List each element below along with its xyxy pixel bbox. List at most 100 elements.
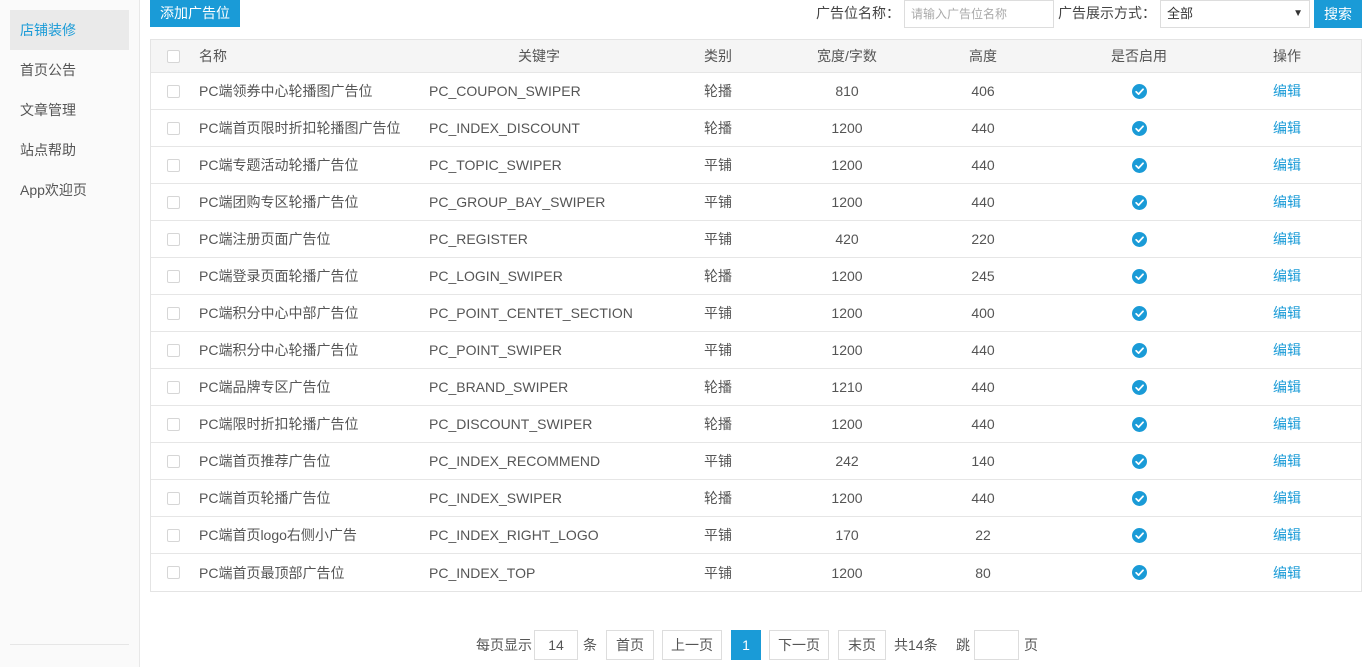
row-height: 140 [971,453,995,469]
row-checkbox[interactable] [166,417,180,431]
row-height: 440 [971,416,995,432]
last-page-button[interactable]: 末页 [838,630,886,660]
row-checkbox[interactable] [166,195,180,209]
row-checkbox[interactable] [166,528,180,542]
row-type: 平铺 [704,564,732,581]
next-page-button[interactable]: 下一页 [769,630,829,660]
select-all-checkbox[interactable] [166,49,180,63]
row-enabled [1089,258,1189,294]
select-all-cell [165,40,181,72]
row-checkbox[interactable] [166,269,180,283]
row-operation: 编辑 [1237,554,1337,591]
edit-link[interactable]: 编辑 [1273,155,1301,175]
edit-link[interactable]: 编辑 [1273,118,1301,138]
row-type: 平铺 [704,157,732,173]
edit-link[interactable]: 编辑 [1273,229,1301,249]
caret-down-icon: ▼ [1293,8,1303,19]
row-name: PC端积分中心轮播广告位 [199,342,359,358]
check-circle-icon [1131,490,1147,506]
check-circle-icon [1131,527,1147,543]
row-type: 轮播 [704,490,732,506]
edit-link[interactable]: 编辑 [1273,525,1301,545]
row-key: PC_INDEX_RECOMMEND [429,453,601,469]
row-width: 1200 [831,342,863,358]
row-name: PC端首页logo右侧小广告 [199,527,357,543]
check-circle-icon [1131,194,1147,210]
jump-unit: 页 [1024,637,1038,653]
current-page-button[interactable]: 1 [731,630,761,660]
row-operation: 编辑 [1237,406,1337,442]
row-operation: 编辑 [1237,184,1337,220]
check-circle-icon [1131,120,1147,136]
ad-name-input[interactable] [904,0,1054,28]
row-operation: 编辑 [1237,332,1337,368]
edit-link[interactable]: 编辑 [1273,266,1301,286]
row-select-cell [165,258,181,294]
row-key: PC_DISCOUNT_SWIPER [429,416,593,432]
row-operation: 编辑 [1237,480,1337,516]
row-type: 平铺 [704,453,732,469]
row-height: 440 [971,379,995,395]
edit-link[interactable]: 编辑 [1273,377,1301,397]
sidebar-item-store-decoration[interactable]: 店铺装修 [10,10,129,50]
row-checkbox[interactable] [166,158,180,172]
row-checkbox[interactable] [166,121,180,135]
table-row: PC端登录页面轮播广告位 PC_LOGIN_SWIPER 轮播 1200 245 编辑 [151,258,1361,295]
header-type: 类别 [704,48,732,64]
row-name: PC端首页限时折扣轮播图广告位 [199,120,401,136]
row-checkbox[interactable] [166,491,180,505]
edit-link[interactable]: 编辑 [1273,192,1301,212]
row-name: PC端品牌专区广告位 [199,379,331,395]
row-key: PC_REGISTER [429,231,528,247]
row-checkbox[interactable] [166,566,180,579]
search-button[interactable]: 搜索 [1314,0,1362,28]
row-enabled [1089,295,1189,331]
ad-name-label: 广告位名称： [816,5,900,21]
ad-slot-table: 名称 关键字 类别 宽度/字数 高度 是否启用 操作 PC端领券中心轮播图广告位… [150,39,1362,592]
row-height: 400 [971,305,995,321]
row-height: 220 [971,231,995,247]
row-width: 420 [835,231,859,247]
per-page-unit: 条 [583,637,597,653]
row-checkbox[interactable] [166,454,180,468]
edit-link[interactable]: 编辑 [1273,81,1301,101]
edit-link[interactable]: 编辑 [1273,488,1301,508]
per-page-input[interactable] [534,630,578,660]
display-mode-select[interactable]: 全部 ▼ [1160,0,1310,28]
row-checkbox[interactable] [166,232,180,246]
edit-link[interactable]: 编辑 [1273,563,1301,583]
row-type: 平铺 [704,305,732,321]
check-circle-icon [1131,342,1147,358]
sidebar-item-app-welcome[interactable]: App欢迎页 [10,170,129,210]
table-row: PC端积分中心中部广告位 PC_POINT_CENTET_SECTION 平铺 120… [151,295,1361,332]
edit-link[interactable]: 编辑 [1273,340,1301,360]
row-select-cell [165,147,181,183]
edit-link[interactable]: 编辑 [1273,451,1301,471]
header-key: 关键字 [518,48,560,64]
row-checkbox[interactable] [166,306,180,320]
row-operation: 编辑 [1237,221,1337,257]
first-page-button[interactable]: 首页 [606,630,654,660]
table-body: PC端领券中心轮播图广告位 PC_COUPON_SWIPER 轮播 810 406 编辑 P… [151,73,1361,591]
row-type: 轮播 [704,83,732,99]
row-type: 平铺 [704,527,732,543]
row-checkbox[interactable] [166,84,180,98]
row-operation: 编辑 [1237,258,1337,294]
edit-link[interactable]: 编辑 [1273,303,1301,323]
row-operation: 编辑 [1237,110,1337,146]
table-row: PC端首页限时折扣轮播图广告位 PC_INDEX_DISCOUNT 轮播 1200 44… [151,110,1361,147]
row-checkbox[interactable] [166,380,180,394]
jump-page-input[interactable] [974,630,1019,660]
row-key: PC_TOPIC_SWIPER [429,157,562,173]
sidebar-item-homepage-notice[interactable]: 首页公告 [10,50,129,90]
prev-page-button[interactable]: 上一页 [662,630,722,660]
table-row: PC端首页最顶部广告位 PC_INDEX_TOP 平铺 1200 80 编辑 [151,554,1361,591]
row-enabled [1089,73,1189,109]
row-name: PC端积分中心中部广告位 [199,305,359,321]
edit-link[interactable]: 编辑 [1273,414,1301,434]
sidebar-item-site-help[interactable]: 站点帮助 [10,130,129,170]
row-checkbox[interactable] [166,343,180,357]
row-key: PC_INDEX_RIGHT_LOGO [429,527,599,543]
add-ad-slot-button[interactable]: 添加广告位 [150,0,240,27]
sidebar-item-article-management[interactable]: 文章管理 [10,90,129,130]
